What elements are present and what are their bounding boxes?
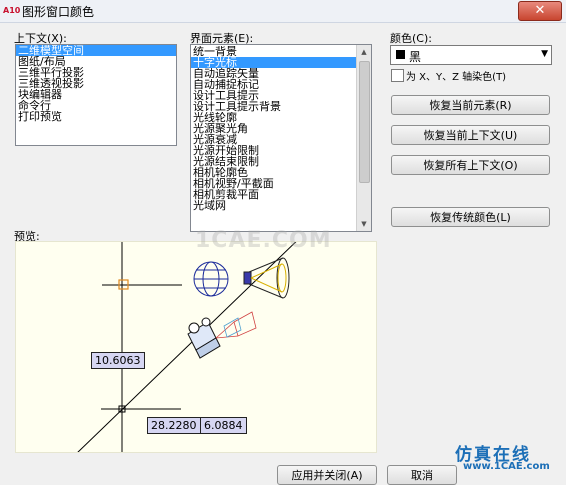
- scroll-down-icon[interactable]: ▼: [357, 217, 371, 231]
- restore-all-button[interactable]: 恢复所有上下文(O): [391, 155, 550, 175]
- elements-list-item[interactable]: 光域网: [191, 200, 356, 211]
- elements-list-item[interactable]: 统一背景: [191, 46, 356, 57]
- dimension-readout-2: 28.2280: [147, 417, 201, 434]
- dimension-readout-3: 6.0884: [200, 417, 247, 434]
- elements-list-item[interactable]: 设计工具提示: [191, 90, 356, 101]
- elements-list-item[interactable]: 自动捕捉标记: [191, 79, 356, 90]
- chevron-down-icon[interactable]: ▼: [541, 49, 548, 59]
- restore-element-button[interactable]: 恢复当前元素(R): [391, 95, 550, 115]
- globe-icon: [193, 261, 229, 297]
- elements-list-item[interactable]: 光线轮廓: [191, 112, 356, 123]
- context-list-item[interactable]: 二维模型空间: [16, 45, 176, 56]
- watermark-url: www.1CAE.com: [463, 461, 550, 472]
- elements-list-item[interactable]: 光源衰减: [191, 134, 356, 145]
- camera-frustum-icon: [215, 311, 257, 339]
- elements-list-item[interactable]: 光源开始限制: [191, 145, 356, 156]
- context-list-item[interactable]: 图纸/布局: [16, 56, 176, 67]
- title-bar: A10 图形窗口颜色 ✕: [0, 0, 566, 23]
- elements-list-item[interactable]: 设计工具提示背景: [191, 101, 356, 112]
- context-list-item[interactable]: 命令行: [16, 100, 176, 111]
- tint-axes-label: 为 X、Y、Z 轴染色(T): [406, 72, 507, 83]
- elements-list-item[interactable]: 相机轮廓色: [191, 167, 356, 178]
- color-swatch: [396, 50, 405, 59]
- close-button[interactable]: ✕: [518, 1, 562, 21]
- elements-list-item[interactable]: 自动追踪矢量: [191, 68, 356, 79]
- restore-context-button[interactable]: 恢复当前上下文(U): [391, 125, 550, 145]
- dimension-readout-1: 10.6063: [91, 352, 145, 369]
- context-list-item[interactable]: 打印预览: [16, 111, 176, 122]
- elements-listbox[interactable]: 统一背景 十字光标 自动追踪矢量 自动捕捉标记 设计工具提示 设计工具提示背景 光线轮廓 光源…: [190, 44, 372, 232]
- watermark-text: 1CAE.COM: [195, 228, 332, 253]
- color-select[interactable]: 黑 ▼: [390, 45, 552, 65]
- app-icon: A10: [3, 6, 21, 15]
- apply-close-button[interactable]: 应用并关闭(A): [277, 465, 377, 485]
- elements-list-item[interactable]: 相机视野/平截面: [191, 178, 356, 189]
- color-value: 黑: [409, 50, 422, 64]
- color-label: 颜色(C):: [390, 32, 432, 45]
- window-title: 图形窗口颜色: [22, 5, 95, 19]
- preview-pane: 10.6063 28.2280 6.0884: [15, 241, 377, 453]
- elements-list-item[interactable]: 十字光标: [191, 57, 356, 68]
- context-list-item[interactable]: 块编辑器: [16, 89, 176, 100]
- cancel-button[interactable]: 取消: [387, 465, 457, 485]
- camera-clip-icon: [223, 317, 242, 338]
- context-listbox[interactable]: 二维模型空间 图纸/布局 三维平行投影 三维透视投影 块编辑器 命令行 打印预览: [15, 44, 177, 146]
- restore-classic-button[interactable]: 恢复传统颜色(L): [391, 207, 550, 227]
- tint-axes-checkbox[interactable]: [391, 69, 404, 82]
- elements-list-item[interactable]: 相机剪裁平面: [191, 189, 356, 200]
- scroll-thumb[interactable]: [359, 61, 370, 183]
- elements-scrollbar[interactable]: ▲ ▼: [356, 45, 371, 231]
- camera-icon: [187, 317, 221, 359]
- scroll-up-icon[interactable]: ▲: [357, 45, 371, 59]
- context-list-item[interactable]: 三维透视投影: [16, 78, 176, 89]
- elements-list-item[interactable]: 光源结束限制: [191, 156, 356, 167]
- context-list-item[interactable]: 三维平行投影: [16, 67, 176, 78]
- elements-list-item[interactable]: 光源聚光角: [191, 123, 356, 134]
